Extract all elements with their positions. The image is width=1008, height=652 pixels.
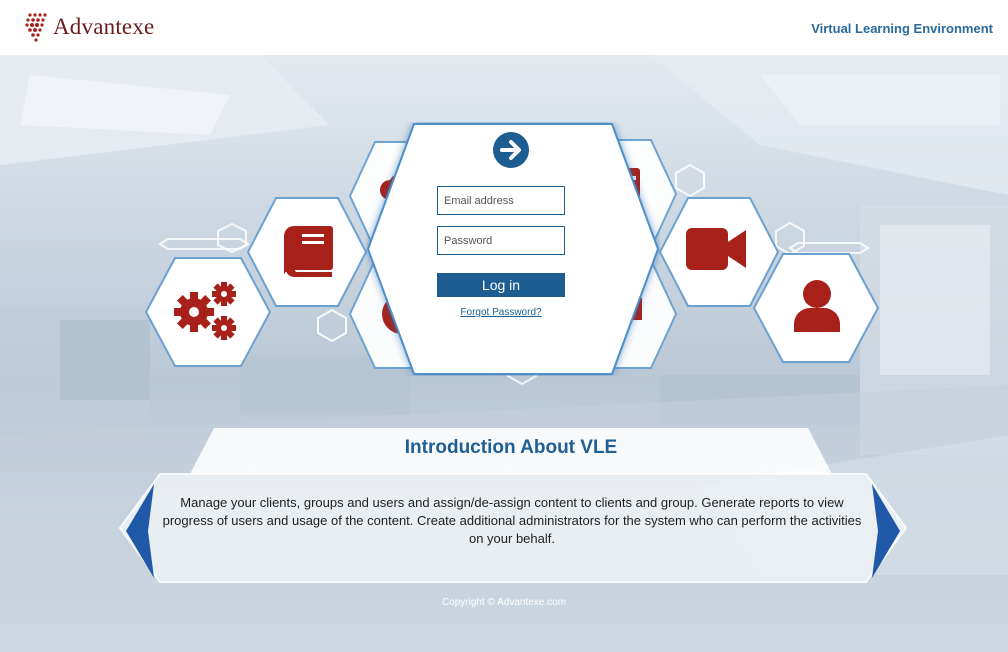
- logo-text: Advantexe: [53, 14, 155, 39]
- password-field[interactable]: [437, 226, 565, 255]
- login-button[interactable]: Log in: [437, 273, 565, 297]
- intro-description: Manage your clients, groups and users an…: [162, 495, 862, 546]
- top-header: Advantexe Virtual Learning Environment: [0, 0, 1008, 55]
- hex-tile-gears[interactable]: [144, 256, 272, 368]
- logo-dots-icon: [24, 12, 52, 42]
- chevron-left-icon: [126, 484, 154, 578]
- intro-next-button[interactable]: [868, 482, 904, 580]
- intro-prev-button[interactable]: [122, 482, 158, 580]
- intro-title: Introduction About VLE: [404, 437, 618, 458]
- brand-logo[interactable]: Advantexe: [24, 10, 154, 44]
- app-title: Virtual Learning Environment: [811, 21, 993, 36]
- copyright-text: Copyright © Advantexe.com: [441, 597, 567, 608]
- email-field[interactable]: [437, 186, 565, 215]
- proceed-button[interactable]: [493, 132, 529, 168]
- gears-icon: [174, 282, 236, 340]
- login-panel: Log in Forgot Password?: [366, 122, 660, 376]
- arrow-right-icon: [500, 140, 521, 160]
- hex-tile-user[interactable]: [752, 252, 880, 364]
- forgot-password-link[interactable]: Forgot Password?: [437, 307, 565, 318]
- user-icon: [794, 280, 840, 332]
- book-icon: [284, 226, 333, 278]
- video-camera-icon: [686, 228, 746, 270]
- chevron-right-icon: [872, 484, 900, 578]
